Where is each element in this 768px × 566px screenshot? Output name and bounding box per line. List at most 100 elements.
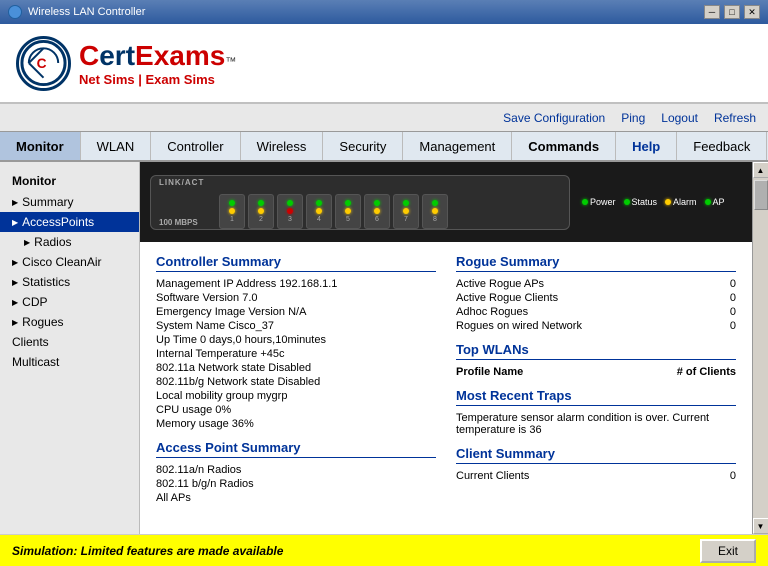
summary-content: Controller Summary Management IP Address… (140, 242, 752, 518)
led-yellow-1 (229, 208, 235, 214)
nav-feedback[interactable]: Feedback (677, 132, 767, 160)
title-bar: Wireless LAN Controller ─ □ ✕ (0, 0, 768, 24)
maximize-button[interactable]: □ (724, 5, 740, 19)
main-panel: LINK/ACT 100 MBPS 1 2 (140, 162, 752, 534)
title-bar-text: Wireless LAN Controller (28, 6, 145, 18)
logo-icon: C (16, 36, 71, 91)
right-col: Rogue Summary Active Rogue APs0 Active R… (456, 254, 736, 506)
logo-tm: ™ (225, 56, 236, 68)
sidebar-item-statistics[interactable]: ▶ Statistics (0, 272, 139, 292)
legend-status: Status (624, 197, 658, 207)
ap-radios-bg: 802.11 b/g/n Radios (156, 478, 436, 490)
top-wlans-header: Profile Name # of Clients (456, 366, 736, 378)
current-clients: Current Clients0 (456, 470, 736, 482)
sidebar-label-statistics: Statistics (22, 275, 70, 289)
sidebar-item-cleanair[interactable]: ▶ Cisco CleanAir (0, 252, 139, 272)
traps-title: Most Recent Traps (456, 388, 736, 406)
led-yellow-5 (345, 208, 351, 214)
led-green-1 (229, 200, 235, 206)
nav-wireless[interactable]: Wireless (241, 132, 324, 160)
legend-alarm: Alarm (665, 197, 697, 207)
sidebar-label-cleanair: Cisco CleanAir (22, 255, 101, 269)
sidebar-item-summary[interactable]: ▶ Summary (0, 192, 139, 212)
led-yellow-6 (374, 208, 380, 214)
led-yellow-2 (258, 208, 264, 214)
sidebar-item-clients[interactable]: Clients (0, 332, 139, 352)
scroll-up-button[interactable]: ▲ (753, 162, 768, 178)
arrow-icon: ▶ (12, 318, 18, 327)
rogue-summary-title: Rogue Summary (456, 254, 736, 272)
sidebar-item-accesspoints[interactable]: ▶ AccessPoints (0, 212, 139, 232)
led-green-2 (258, 200, 264, 206)
cs-line-11: Memory usage 36% (156, 418, 436, 430)
ap-port-3: 3 (277, 194, 303, 229)
nav-commands[interactable]: Commands (512, 132, 616, 160)
logo-cert: C (79, 40, 99, 72)
cs-line-2: Software Version 7.0 (156, 292, 436, 304)
ping-link[interactable]: Ping (621, 111, 645, 125)
ap-all: All APs (156, 492, 436, 504)
sidebar-item-rogues[interactable]: ▶ Rogues (0, 312, 139, 332)
logo-exams: Exams (135, 40, 225, 72)
rogue-active-aps: Active Rogue APs0 (456, 278, 736, 290)
exit-button[interactable]: Exit (700, 539, 756, 563)
ap-port-8: 8 (422, 194, 448, 229)
rogue-adhoc: Adhoc Rogues0 (456, 306, 736, 318)
ap-visual: LINK/ACT 100 MBPS 1 2 (140, 162, 752, 242)
led-red-3 (287, 208, 293, 214)
controller-summary-section: Controller Summary Management IP Address… (156, 254, 436, 506)
client-summary-title: Client Summary (456, 446, 736, 464)
sidebar-label-cdp: CDP (22, 295, 47, 309)
nav-monitor[interactable]: Monitor (0, 132, 81, 160)
cs-line-7: 802.11a Network state Disabled (156, 362, 436, 374)
content-area: Monitor ▶ Summary ▶ AccessPoints ▶ Radio… (0, 162, 768, 534)
cs-line-5: Up Time 0 days,0 hours,10minutes (156, 334, 436, 346)
led-green-8 (432, 200, 438, 206)
rogue-active-clients: Active Rogue Clients0 (456, 292, 736, 304)
close-button[interactable]: ✕ (744, 5, 760, 19)
main-nav: Monitor WLAN Controller Wireless Securit… (0, 132, 768, 162)
sidebar-item-multicast[interactable]: Multicast (0, 352, 139, 372)
scroll-thumb[interactable] (754, 180, 768, 210)
scroll-down-button[interactable]: ▼ (753, 518, 768, 534)
rogue-wired: Rogues on wired Network0 (456, 320, 736, 332)
cs-line-10: CPU usage 0% (156, 404, 436, 416)
legend-power: Power (582, 197, 616, 207)
ap-port-1: 1 (219, 194, 245, 229)
led-yellow-8 (432, 208, 438, 214)
logo-tagline: Net Sims | Exam Sims (79, 72, 236, 87)
logo-area: C C ert Exams ™ Net Sims | Exam Sims (0, 24, 768, 104)
top-wlans-title: Top WLANs (456, 342, 736, 360)
sidebar-label-summary: Summary (22, 195, 73, 209)
ap-port-7: 7 (393, 194, 419, 229)
traps-text: Temperature sensor alarm condition is ov… (456, 412, 736, 436)
ap-link-label: LINK/ACT (159, 178, 204, 187)
simulation-text: Simulation: Limited features are made av… (12, 544, 283, 558)
legend-ap: AP (705, 197, 725, 207)
nav-security[interactable]: Security (323, 132, 403, 160)
logout-link[interactable]: Logout (661, 111, 698, 125)
ap-device: LINK/ACT 100 MBPS 1 2 (150, 175, 570, 230)
nav-controller[interactable]: Controller (151, 132, 240, 160)
app-icon (8, 5, 22, 19)
nav-wlan[interactable]: WLAN (81, 132, 152, 160)
refresh-link[interactable]: Refresh (714, 111, 756, 125)
scrollbar[interactable]: ▲ ▼ (752, 162, 768, 534)
led-green-4 (316, 200, 322, 206)
led-green-3 (287, 200, 293, 206)
ap-speed-label: 100 MBPS (159, 218, 198, 227)
svg-text:C: C (37, 56, 47, 71)
top-nav: Save Configuration Ping Logout Refresh (0, 104, 768, 132)
minimize-button[interactable]: ─ (704, 5, 720, 19)
save-config-link[interactable]: Save Configuration (503, 111, 605, 125)
sidebar-item-radios[interactable]: ▶ Radios (0, 232, 139, 252)
ap-port-2: 2 (248, 194, 274, 229)
bottom-bar: Simulation: Limited features are made av… (0, 534, 768, 566)
sidebar-item-cdp[interactable]: ▶ CDP (0, 292, 139, 312)
controller-summary-title: Controller Summary (156, 254, 436, 272)
cs-line-9: Local mobility group mygrp (156, 390, 436, 402)
nav-help[interactable]: Help (616, 132, 677, 160)
nav-management[interactable]: Management (403, 132, 512, 160)
sidebar-label-rogues: Rogues (22, 315, 63, 329)
wlans-col2: # of Clients (677, 366, 736, 378)
